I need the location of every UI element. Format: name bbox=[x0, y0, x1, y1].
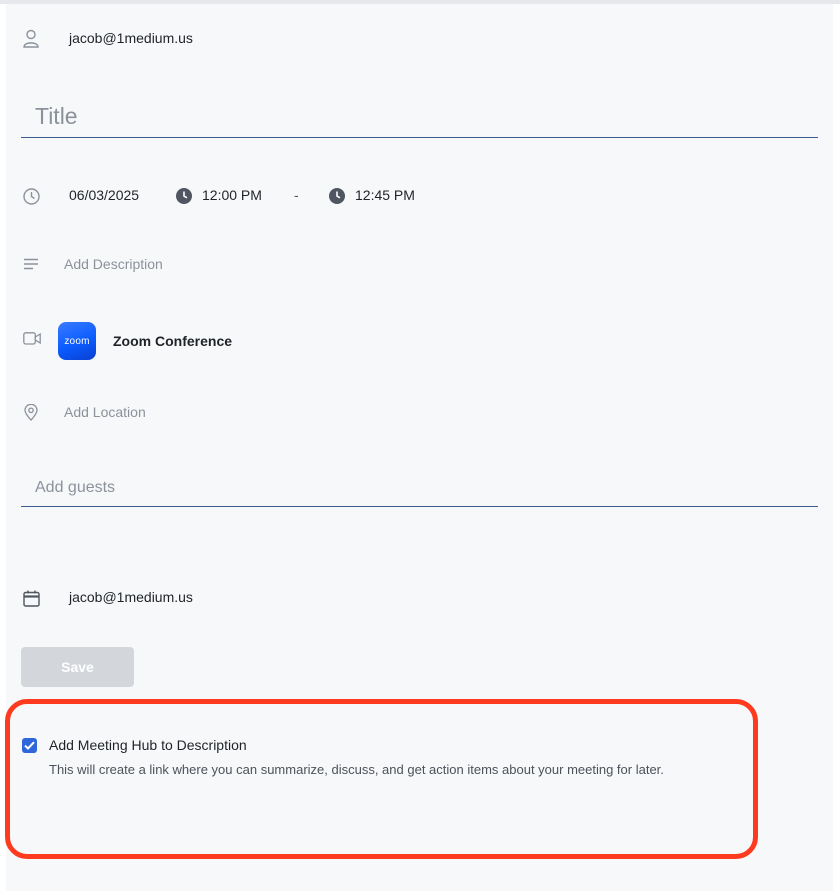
clock-filled-icon bbox=[328, 187, 345, 204]
meeting-hub-label: Add Meeting Hub to Description bbox=[49, 737, 247, 753]
title-input[interactable] bbox=[33, 102, 797, 131]
save-button[interactable]: Save bbox=[21, 647, 134, 687]
map-pin-icon bbox=[23, 403, 39, 421]
clock-filled-icon bbox=[175, 187, 192, 204]
video-camera-icon bbox=[22, 331, 41, 345]
guests-input[interactable] bbox=[33, 478, 797, 498]
highlight-annotation bbox=[5, 699, 758, 859]
meeting-hub-description: This will create a link where you can su… bbox=[49, 762, 664, 777]
organizer-email: jacob@1medium.us bbox=[69, 30, 193, 46]
conference-label[interactable]: Zoom Conference bbox=[113, 333, 232, 349]
lines-icon bbox=[22, 257, 40, 271]
person-icon bbox=[22, 28, 40, 48]
time-separator: - bbox=[294, 187, 299, 203]
start-time-picker[interactable]: 12:00 PM bbox=[202, 187, 262, 203]
checkmark-icon bbox=[24, 741, 35, 750]
calendar-icon bbox=[22, 589, 40, 607]
clock-outline-icon bbox=[22, 187, 40, 205]
end-time-picker[interactable]: 12:45 PM bbox=[355, 187, 415, 203]
zoom-logo: zoom bbox=[58, 322, 96, 360]
meeting-hub-checkbox[interactable] bbox=[22, 738, 37, 753]
location-field[interactable]: Add Location bbox=[64, 404, 146, 420]
calendar-selector[interactable]: jacob@1medium.us bbox=[69, 589, 193, 605]
date-picker[interactable]: 06/03/2025 bbox=[69, 187, 139, 203]
title-field bbox=[21, 100, 818, 138]
description-field[interactable]: Add Description bbox=[64, 256, 163, 272]
zoom-logo-text: zoom bbox=[64, 335, 90, 347]
guests-field bbox=[21, 475, 818, 507]
